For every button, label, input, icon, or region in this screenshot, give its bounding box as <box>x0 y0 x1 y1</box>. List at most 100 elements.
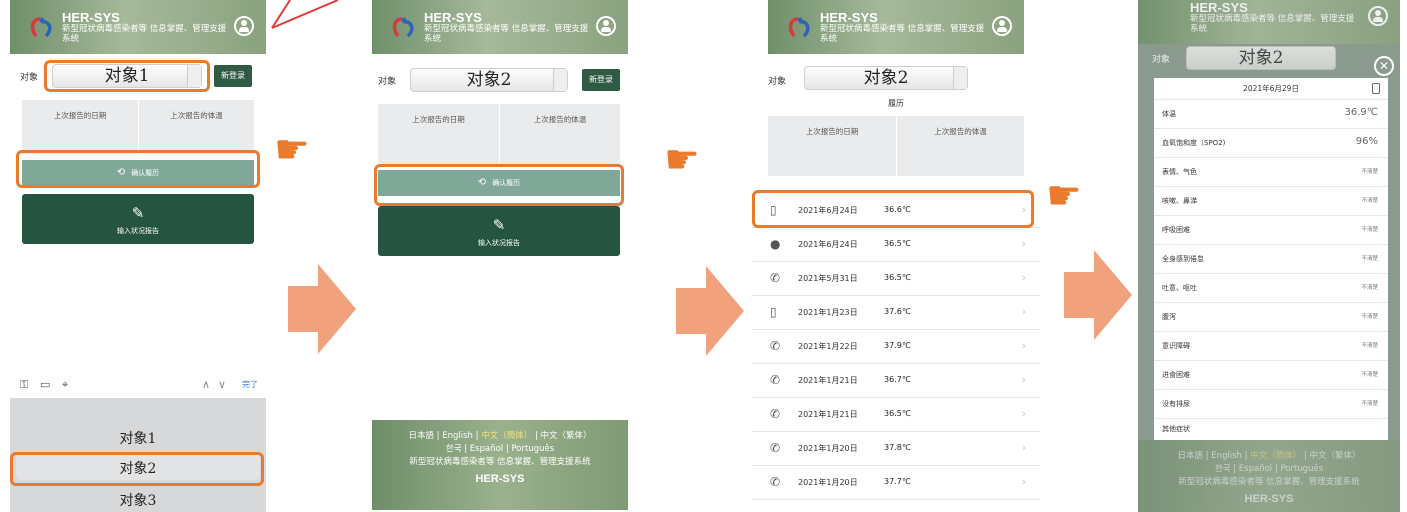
language-links-line1: 日本語 | English | 中文（簡体） | 中文（繁体） <box>408 431 592 441</box>
history-row[interactable]: ✆ 2021年1月20日 37.7℃ › <box>752 466 1040 500</box>
history-row[interactable]: ● 2021年6月24日 36.5℃ › <box>752 228 1040 262</box>
detail-row-label: 吐意、呕吐 <box>1162 284 1197 292</box>
history-row-date: 2021年1月22日 <box>798 342 858 351</box>
keyboard-accessory-bar: ⚿ ▭ ⌖ ∧ ∨ 完了 <box>10 372 266 398</box>
history-title: 履历 <box>888 99 904 108</box>
user-account-icon[interactable] <box>1368 6 1388 26</box>
enter-report-button[interactable]: ✎ 输入状况报告 <box>378 206 620 256</box>
detail-row-label: 表情、气色 <box>1162 168 1197 176</box>
history-row-temp: 36.5℃ <box>884 239 911 248</box>
user-account-icon[interactable] <box>234 16 254 36</box>
enter-report-label: 输入状况报告 <box>478 239 520 247</box>
chevron-right-icon: › <box>1021 441 1026 454</box>
detail-row: 吐意、呕吐 不清楚 <box>1154 274 1388 303</box>
subject-select[interactable]: 对象2 <box>410 68 568 92</box>
detail-row-value: 不清楚 <box>1361 343 1378 349</box>
telephone-icon: ✆ <box>770 271 781 285</box>
lang-japanese-link[interactable]: 日本語 <box>408 431 434 441</box>
detail-date: 2021年6月29日 <box>1154 78 1388 100</box>
last-report-temp-label: 上次报告的体温 <box>533 115 587 124</box>
chevron-down-icon <box>553 69 567 91</box>
enter-report-label: 输入状况报告 <box>117 227 159 235</box>
lang-chinese-traditional-link[interactable]: 中文（繁体） <box>541 431 592 441</box>
last-report-card: 上次报告的日期 上次报告的体温 <box>768 116 1024 176</box>
detail-row-value: 不清楚 <box>1361 285 1378 291</box>
person-icon: ● <box>770 237 781 251</box>
picker-option[interactable]: 对象1 <box>10 428 266 448</box>
last-report-temp-col: 上次报告的体温 <box>499 104 620 164</box>
detail-row-value: 不清楚 <box>1361 227 1378 233</box>
screen-subject-selected: HER-SYS 新型冠状病毒感染者等 信息掌握、管理支援系统 对象 对象2 新登… <box>372 0 628 512</box>
footer-system-name: 新型冠状病毒感染者等 信息掌握、管理支援系统 <box>409 457 591 467</box>
app-subtitle: 新型冠状病毒感染者等 信息掌握、管理支援系统 <box>1190 14 1355 34</box>
chevron-right-icon: › <box>1021 373 1026 386</box>
history-row-date: 2021年1月20日 <box>798 444 858 453</box>
history-row[interactable]: ✆ 2021年1月22日 37.9℃ › <box>752 330 1040 364</box>
detail-row: 呼吸困难 不清楚 <box>1154 216 1388 245</box>
history-row-date: 2021年1月23日 <box>798 308 858 317</box>
lang-chinese-simplified-link[interactable]: 中文（簡体） <box>1250 451 1301 461</box>
next-step-arrow-icon <box>1064 250 1132 340</box>
last-report-card: 上次报告的日期 上次报告的体温 <box>378 104 620 164</box>
app-header: HER-SYS 新型冠状病毒感染者等 信息掌握、管理支援系统 <box>10 0 266 54</box>
history-row[interactable]: ✆ 2021年1月20日 37.8℃ › <box>752 432 1040 466</box>
new-register-button[interactable]: 新登录 <box>214 65 252 87</box>
pointing-hand-icon: ☛ <box>1046 173 1082 219</box>
detail-row-label: 进食困难 <box>1162 371 1190 379</box>
pencil-icon: ✎ <box>492 216 506 234</box>
history-row[interactable]: ✆ 2021年1月21日 36.7℃ › <box>752 364 1040 398</box>
history-row-date: 2021年1月21日 <box>798 410 858 419</box>
app-subtitle: 新型冠状病毒感染者等 信息掌握、管理支援系统 <box>62 24 227 44</box>
key-icon[interactable]: ⚿ <box>20 378 28 392</box>
history-row-date: 2021年6月24日 <box>798 240 858 249</box>
detail-row-label: 血氧饱和度（SPO2) <box>1162 139 1226 147</box>
subject-select[interactable]: 对象2 <box>804 66 968 90</box>
language-links-line2: 한국 | Español | Português <box>1214 464 1324 474</box>
lang-chinese-traditional-link[interactable]: 中文（繁体） <box>1310 451 1361 461</box>
lang-spanish-link[interactable]: Español <box>470 444 503 454</box>
detail-row-value: 不清楚 <box>1361 401 1378 407</box>
enter-report-button[interactable]: ✎ 输入状况报告 <box>22 194 254 244</box>
subject-select[interactable]: 对象2 <box>1186 46 1336 70</box>
history-row[interactable]: ▯ 2021年1月23日 37.6℃ › <box>752 296 1040 330</box>
history-row-temp: 37.8℃ <box>884 443 911 452</box>
her-sys-logo-icon <box>392 17 414 38</box>
lang-japanese-link[interactable]: 日本語 <box>1177 451 1203 461</box>
chevron-up-icon[interactable]: ∧ <box>202 378 210 391</box>
lang-korean-link[interactable]: 한국 <box>1215 464 1231 474</box>
lang-portuguese-link[interactable]: Português <box>1280 464 1323 474</box>
phone-device-icon <box>1372 83 1380 94</box>
footer-brand: HER-SYS <box>1244 493 1294 505</box>
next-step-arrow-icon <box>676 266 744 356</box>
close-icon[interactable]: ✕ <box>1374 56 1394 76</box>
user-account-icon[interactable] <box>992 16 1012 36</box>
chevron-right-icon: › <box>1021 237 1026 250</box>
user-account-icon[interactable] <box>596 16 616 36</box>
history-row[interactable]: ✆ 2021年1月21日 36.5℃ › <box>752 398 1040 432</box>
lang-english-link[interactable]: English <box>442 431 473 441</box>
lang-korean-link[interactable]: 한국 <box>446 444 462 454</box>
detail-row-value: 不清楚 <box>1361 256 1378 262</box>
history-row[interactable]: ✆ 2021年5月31日 36.5℃ › <box>752 262 1040 296</box>
card-icon[interactable]: ▭ <box>40 378 50 391</box>
picker-option[interactable]: 对象3 <box>10 490 266 510</box>
lang-portuguese-link[interactable]: Português <box>511 444 554 454</box>
detail-row-value: 不清楚 <box>1361 169 1378 175</box>
her-sys-logo-icon <box>788 17 810 38</box>
detail-row: 表情、气色 不清楚 <box>1154 158 1388 187</box>
lang-english-link[interactable]: English <box>1211 451 1242 461</box>
detail-row-label: 意识障碍 <box>1162 342 1190 350</box>
app-header: HER-SYS 新型冠状病毒感染者等 信息掌握、管理支援系统 <box>1138 0 1400 44</box>
done-button[interactable]: 完了 <box>242 379 258 390</box>
lang-spanish-link[interactable]: Español <box>1239 464 1272 474</box>
app-header: HER-SYS 新型冠状病毒感染者等 信息掌握、管理支援系统 <box>768 0 1024 54</box>
new-register-button[interactable]: 新登录 <box>582 69 620 91</box>
chevron-down-icon[interactable]: ∨ <box>218 378 226 391</box>
subject-label: 对象 <box>20 73 39 83</box>
app-subtitle: 新型冠状病毒感染者等 信息掌握、管理支援系统 <box>424 24 589 44</box>
history-row-temp: 37.9℃ <box>884 341 911 350</box>
highlight-picker-option <box>10 452 264 486</box>
location-pin-icon[interactable]: ⌖ <box>62 378 68 392</box>
pencil-icon: ✎ <box>131 204 145 222</box>
lang-chinese-simplified-link[interactable]: 中文（簡体） <box>481 431 532 441</box>
